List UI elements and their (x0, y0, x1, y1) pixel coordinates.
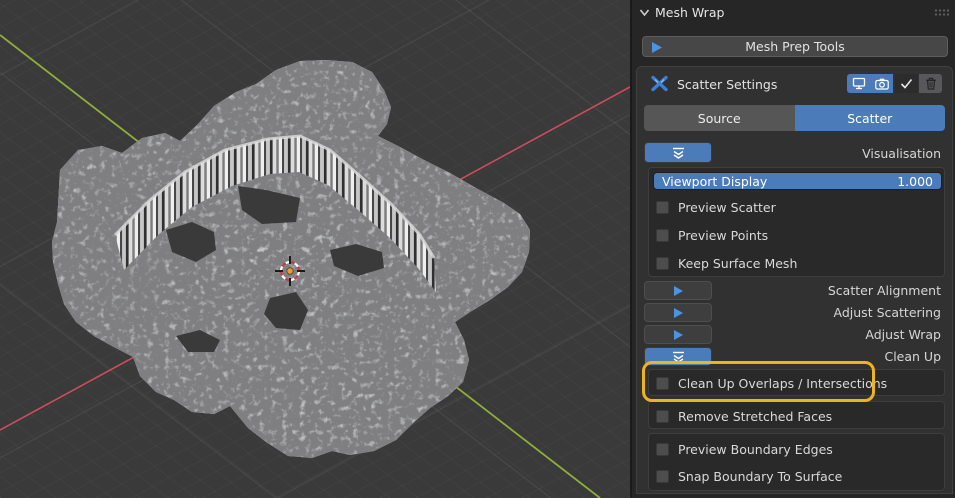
clean-up-box: Clean Up Overlaps / Intersections (648, 369, 945, 396)
visualisation-label: Visualisation (862, 146, 941, 161)
scatter-alignment-label: Scatter Alignment (828, 281, 941, 300)
tab-source[interactable]: Source (644, 105, 795, 131)
monitor-icon (852, 77, 866, 90)
snap-boundary-to-surface-label: Snap Boundary To Surface (678, 469, 842, 484)
remove-stretched-row: Remove Stretched Faces (656, 408, 832, 424)
viewport-display-value: 1.000 (897, 174, 933, 189)
panel-header-buttons (847, 74, 942, 93)
delete-button[interactable] (919, 74, 942, 93)
remove-stretched-faces-label: Remove Stretched Faces (678, 409, 832, 424)
trash-icon (925, 77, 937, 90)
snap-boundary-to-surface-checkbox[interactable] (656, 470, 669, 483)
preview-scatter-row: Preview Scatter (656, 199, 776, 215)
chevron-down-icon[interactable] (639, 7, 650, 18)
clean-up-label: Clean Up (884, 347, 941, 366)
preview-scatter-label: Preview Scatter (678, 200, 776, 215)
scatter-settings-panel: Scatter Settings (636, 66, 953, 494)
drag-handle-icon[interactable] (934, 8, 949, 17)
mesh-wrap-header: Mesh Wrap (632, 0, 955, 26)
clean-up-overlaps-checkbox[interactable] (656, 377, 669, 390)
tab-source-label: Source (698, 111, 741, 126)
source-scatter-tabs: Source Scatter (644, 105, 945, 131)
stretched-faces-box: Remove Stretched Faces (648, 401, 945, 429)
tab-scatter[interactable]: Scatter (795, 105, 946, 131)
remove-stretched-faces-checkbox[interactable] (656, 410, 669, 423)
clean-up-overlaps-label: Clean Up Overlaps / Intersections (678, 376, 887, 391)
snap-boundary-row: Snap Boundary To Surface (656, 468, 842, 484)
check-icon (900, 78, 913, 89)
blender-window: Mesh Wrap Mesh Prep Tools (0, 0, 955, 498)
preview-scatter-checkbox[interactable] (656, 201, 669, 214)
preview-boundary-edges-label: Preview Boundary Edges (678, 442, 833, 457)
keep-surface-mesh-checkbox[interactable] (656, 257, 669, 270)
play-icon (672, 285, 684, 297)
clean-up-menu-button[interactable] (644, 347, 712, 366)
visualisation-box: Viewport Display 1.000 Preview Scatter P… (648, 167, 945, 277)
preview-boundary-edges-checkbox[interactable] (656, 443, 669, 456)
keep-surface-mesh-label: Keep Surface Mesh (678, 256, 797, 271)
preview-points-checkbox[interactable] (656, 229, 669, 242)
clean-up-overlaps-row: Clean Up Overlaps / Intersections (656, 375, 887, 391)
viewport-scene (0, 0, 630, 498)
scatter-settings-icon (650, 74, 669, 93)
scatter-alignment-button[interactable] (644, 281, 712, 300)
mesh-prep-tools-label: Mesh Prep Tools (745, 39, 844, 54)
camera-icon (875, 78, 889, 90)
tab-scatter-label: Scatter (847, 111, 892, 126)
apply-button[interactable] (895, 74, 918, 93)
double-chevron-down-icon (671, 351, 686, 363)
boundary-box: Preview Boundary Edges Snap Boundary To … (648, 433, 945, 491)
adjust-wrap-label: Adjust Wrap (865, 325, 941, 344)
double-chevron-down-icon (671, 147, 686, 159)
play-icon (672, 329, 684, 341)
mesh-prep-tools-button[interactable]: Mesh Prep Tools (642, 36, 948, 57)
sidebar-tab-title: Mesh Wrap (655, 5, 724, 20)
viewport-display-label: Viewport Display (662, 174, 767, 189)
adjust-wrap-button[interactable] (644, 325, 712, 344)
viewport-display-slider[interactable]: Viewport Display 1.000 (653, 172, 942, 190)
adjust-scattering-button[interactable] (644, 303, 712, 322)
play-icon (650, 41, 663, 54)
preview-points-label: Preview Points (678, 228, 768, 243)
visualisation-menu-button[interactable] (644, 142, 712, 163)
render-toggle-button[interactable] (870, 74, 893, 93)
display-toggle-button[interactable] (847, 74, 870, 93)
keep-surface-mesh-row: Keep Surface Mesh (656, 255, 797, 271)
preview-points-row: Preview Points (656, 227, 768, 243)
n-panel-sidebar: Mesh Wrap Mesh Prep Tools (630, 0, 955, 498)
play-icon (672, 307, 684, 319)
preview-boundary-row: Preview Boundary Edges (656, 441, 833, 457)
adjust-scattering-label: Adjust Scattering (834, 303, 941, 322)
scatter-settings-title: Scatter Settings (677, 77, 777, 92)
3d-viewport[interactable] (0, 0, 630, 498)
